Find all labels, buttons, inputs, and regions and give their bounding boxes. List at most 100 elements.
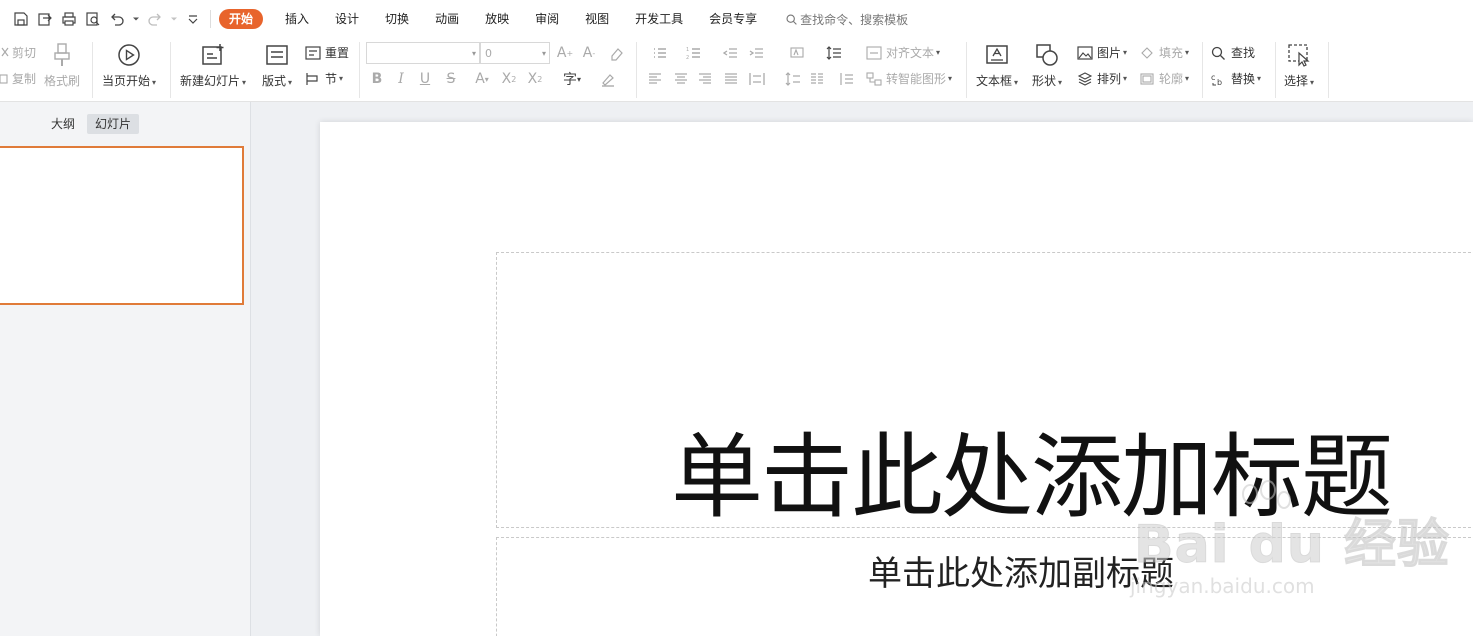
decrease-font-icon[interactable]: A- [580, 44, 598, 62]
align-left-icon[interactable] [646, 70, 664, 88]
chevron-down-icon: ▾ [288, 78, 293, 87]
subtitle-placeholder[interactable]: 单击此处添加副标题 [496, 537, 1473, 636]
tab-transitions[interactable]: 切换 [373, 9, 421, 29]
tab-developer[interactable]: 开发工具 [623, 9, 695, 29]
textbox-label: 文本框 [976, 74, 1013, 88]
start-from-current-button[interactable]: 当页开始 ▾ [102, 42, 156, 89]
layout-label: 版式 [262, 74, 287, 88]
section-label: 节 [325, 72, 338, 86]
textbox-icon [986, 45, 1008, 64]
ribbon-divider [170, 42, 171, 98]
chevron-down-icon: ▾ [948, 74, 953, 83]
layout-button[interactable]: 版式 ▾ [262, 42, 292, 89]
print-preview-icon[interactable] [82, 8, 104, 30]
align-right-icon[interactable] [696, 70, 714, 88]
fill-label: 填充 [1159, 46, 1184, 60]
replace-button[interactable]: cb 替换 ▾ [1211, 70, 1261, 87]
align-text-button[interactable]: 对齐文本 ▾ [866, 44, 940, 61]
clear-format-icon[interactable] [608, 44, 626, 62]
command-search[interactable]: 查找命令、搜索模板 [785, 11, 908, 28]
fill-button[interactable]: 填充 ▾ [1139, 44, 1189, 61]
reset-button[interactable]: 重置 [305, 44, 349, 61]
print-icon[interactable] [58, 8, 80, 30]
layout-icon [266, 45, 288, 65]
slide-canvas[interactable]: 单击此处添加标题 单击此处添加副标题 [320, 122, 1473, 636]
save-icon[interactable] [10, 8, 32, 30]
tab-slideshow[interactable]: 放映 [473, 9, 521, 29]
chevron-down-icon: ▾ [936, 48, 941, 57]
decrease-indent-icon[interactable] [722, 44, 740, 62]
section-button[interactable]: 节 ▾ [305, 70, 343, 87]
highlight-icon[interactable] [594, 70, 622, 88]
select-button[interactable]: 选择 ▾ [1284, 42, 1314, 89]
format-painter-button[interactable]: 格式刷 [44, 42, 80, 89]
slide-navigator: 大纲 幻灯片 [0, 102, 251, 636]
bullets-icon[interactable] [646, 44, 674, 62]
tab-slides[interactable]: 幻灯片 [87, 114, 140, 134]
strikethrough-icon[interactable]: S [442, 70, 460, 88]
smartart-label: 转智能图形 [886, 72, 947, 86]
paragraph-spacing-icon[interactable] [784, 70, 802, 88]
new-slide-button[interactable]: 新建幻灯片 ▾ [180, 42, 246, 89]
tab-home[interactable]: 开始 [219, 9, 264, 29]
shapes-icon [1036, 44, 1058, 66]
cut-button[interactable]: 剪切 [0, 44, 36, 61]
chevron-down-icon: ▾ [471, 48, 476, 58]
ribbon-toolbar: 剪切 复制 格式刷 当页开始 ▾ 新建幻灯片 ▾ 版式 ▾ 重置 节 ▾ ▾ 0 ▾ A +… [0, 38, 1473, 102]
tab-design[interactable]: 设计 [323, 9, 371, 29]
menu-bar: 开始 插入 设计 切换 动画 放映 审阅 视图 开发工具 会员专享 查找命令、搜… [0, 0, 1473, 38]
undo-dropdown-icon[interactable] [130, 8, 142, 30]
superscript-icon[interactable]: X2 [500, 70, 518, 88]
tab-review[interactable]: 审阅 [523, 9, 571, 29]
text-direction-icon[interactable] [784, 44, 812, 62]
align-center-icon[interactable] [672, 70, 690, 88]
increase-indent-icon[interactable] [748, 44, 766, 62]
arrange-button[interactable]: 排列 ▾ [1077, 70, 1127, 87]
title-placeholder[interactable]: 单击此处添加标题 [496, 252, 1473, 531]
tab-outline[interactable]: 大纲 [43, 114, 83, 134]
export-icon[interactable] [34, 8, 56, 30]
customize-toolbar-icon[interactable] [182, 8, 204, 30]
font-name-combo[interactable]: ▾ [366, 42, 480, 64]
tab-view[interactable]: 视图 [573, 9, 621, 29]
textbox-button[interactable]: 文本框 ▾ [976, 42, 1018, 89]
start-from-current-label: 当页开始 [102, 74, 151, 88]
subtitle-placeholder-text: 单击此处添加副标题 [868, 554, 1174, 594]
find-label: 查找 [1231, 46, 1256, 60]
tab-animations[interactable]: 动画 [423, 9, 471, 29]
chevron-down-icon: ▾ [1014, 78, 1019, 87]
slide-thumbnail[interactable] [0, 146, 244, 305]
convert-smartart-button[interactable]: 转智能图形 ▾ [866, 70, 952, 87]
columns-icon[interactable] [808, 70, 826, 88]
chevron-down-icon: ▾ [1257, 74, 1262, 83]
phonetic-guide-icon[interactable]: 字 ▾ [558, 70, 586, 88]
shape-label: 形状 [1032, 74, 1057, 88]
increase-font-icon[interactable]: A + [556, 44, 574, 62]
font-color-icon[interactable]: A ▾ [468, 70, 496, 88]
layers-icon [1077, 71, 1093, 86]
distribute-icon[interactable] [748, 70, 766, 88]
subscript-icon[interactable]: X2 [526, 70, 544, 88]
justify-icon[interactable] [722, 70, 740, 88]
font-size-combo[interactable]: 0 ▾ [480, 42, 550, 64]
ribbon-divider [636, 42, 637, 98]
bold-icon[interactable]: B [368, 70, 386, 88]
copy-button[interactable]: 复制 [0, 70, 36, 87]
italic-icon[interactable]: I [392, 70, 410, 88]
numbering-icon[interactable]: 12 [680, 44, 708, 62]
find-button[interactable]: 查找 [1211, 44, 1255, 61]
text-spacing-icon[interactable] [832, 70, 860, 88]
shape-button[interactable]: 形状 ▾ [1032, 42, 1062, 89]
line-spacing-icon[interactable] [820, 44, 848, 62]
ribbon-divider [92, 42, 93, 98]
underline-icon[interactable]: U [416, 70, 434, 88]
tab-insert[interactable]: 插入 [273, 9, 321, 29]
ribbon-divider [1202, 42, 1203, 98]
outline-button[interactable]: 轮廓 ▾ [1139, 70, 1189, 87]
picture-button[interactable]: 图片 ▾ [1077, 44, 1127, 61]
tab-membership[interactable]: 会员专享 [697, 9, 769, 29]
scissors-icon [1, 47, 9, 56]
undo-icon[interactable] [106, 8, 128, 30]
redo-icon[interactable] [144, 8, 166, 30]
redo-dropdown-icon[interactable] [168, 8, 180, 30]
